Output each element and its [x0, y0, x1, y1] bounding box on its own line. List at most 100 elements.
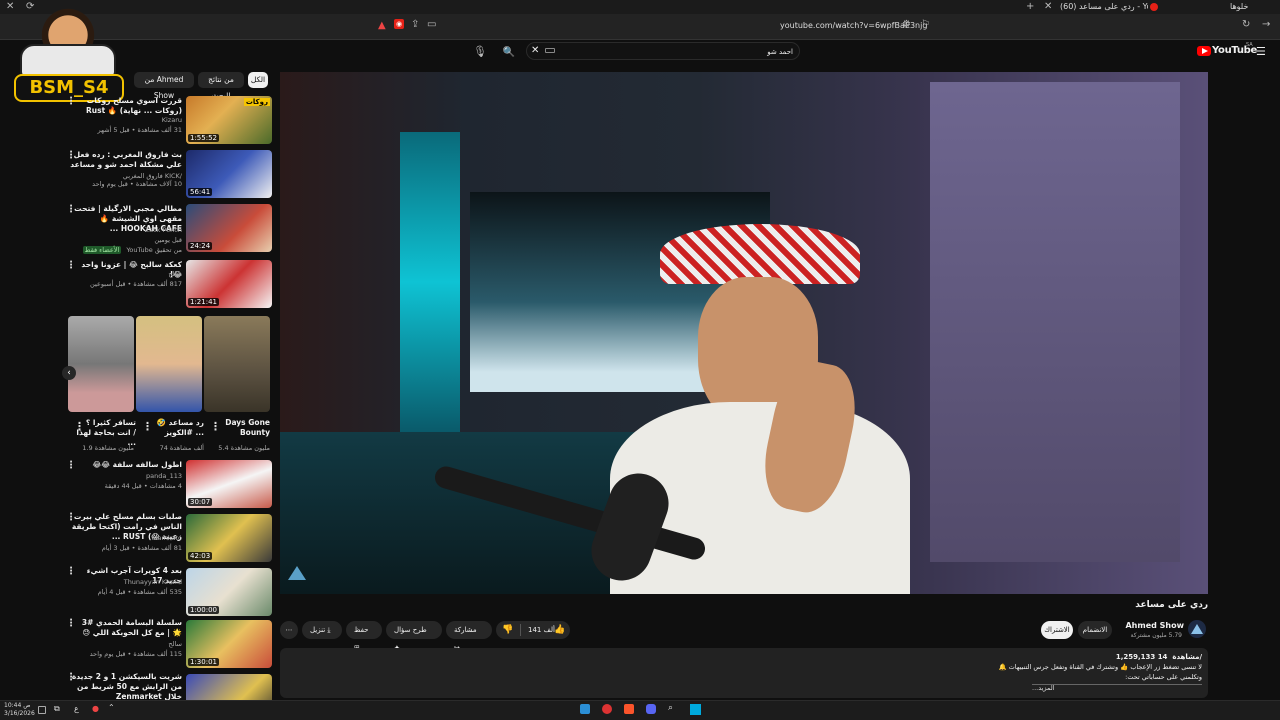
share-button[interactable]: مشاركة ↪ [446, 621, 492, 652]
video-title[interactable]: قررت اسوي مسلح روكات (روكات ... نهاية) 🔥… [70, 96, 182, 116]
shelf-prev-icon[interactable]: ‹ [62, 366, 76, 380]
video-thumbnail[interactable]: 1:00:00 [186, 568, 272, 616]
channel-name[interactable]: فاروق المغربي KICK/ [70, 172, 182, 180]
close-tab-icon[interactable]: ✕ [1044, 0, 1052, 14]
like-count[interactable]: 141 ألف [528, 621, 555, 639]
bookmark-icon[interactable]: ⚐ [921, 19, 930, 30]
site-settings-icon[interactable]: ⚙ [902, 19, 911, 30]
nav-forward-icon[interactable]: → [1262, 19, 1270, 30]
video-thumbnail[interactable]: 30:07 [186, 460, 272, 508]
save-button[interactable]: حفظ ⊞ [346, 621, 382, 652]
search-icon[interactable]: ⌕ [668, 703, 673, 713]
video-thumbnail[interactable]: 24:24 [186, 204, 272, 252]
list-item[interactable]: 42:03 صلبات بسلم مسلح علي بيرت الناس في … [60, 512, 272, 564]
clock-time[interactable]: 10:44 ص [4, 702, 30, 709]
app-icon[interactable] [602, 704, 612, 714]
channel-name[interactable]: Mamkato [70, 534, 182, 542]
video-thumbnail[interactable]: 56:41 [186, 150, 272, 198]
list-item[interactable]: 1:30:01 سلسلة البسامة الحمدي #3 🌟 | مع ك… [60, 618, 272, 668]
channel-name[interactable]: Zack Ponch [70, 226, 182, 234]
more-options-icon[interactable]: ⋮ [66, 204, 76, 215]
video-thumbnail[interactable]: 42:03 [186, 514, 272, 562]
short-views: 74 ألف مشاهدة [159, 444, 204, 452]
list-item[interactable]: 30:07 اطول سالفه سلفة 😂😂 panda_113 4 مشا… [60, 460, 272, 510]
chip-all[interactable]: الكل [248, 72, 268, 88]
keyboard-icon[interactable] [545, 48, 555, 53]
more-options-icon[interactable]: ⋮ [66, 150, 76, 161]
brave-browser-icon[interactable] [624, 704, 634, 714]
video-thumbnail[interactable]: 1:30:01 [186, 620, 272, 668]
video-thumbnail[interactable]: 1:21:41 [186, 260, 272, 308]
video-title[interactable]: شريت بالسيكشن 1 و 2 جديدة من الرابش مع 5… [70, 672, 182, 700]
search-icon[interactable]: 🔍 [501, 44, 517, 60]
channel-name[interactable]: سالح [70, 270, 182, 278]
brave-shield-icon[interactable]: ▲ [378, 20, 386, 31]
display-icon[interactable]: ⧉ [54, 704, 60, 714]
reader-icon[interactable]: ▭ [427, 19, 436, 30]
more-options-icon[interactable]: ⋮ [66, 512, 76, 523]
channel-name[interactable]: سالح [70, 640, 182, 648]
video-player[interactable] [280, 72, 1208, 594]
list-item[interactable]: شريت بالسيكشن 1 و 2 جديدة من الرابش مع 5… [60, 672, 272, 700]
list-item[interactable]: 24:24 مطالي مجبي الارگيلة | فتحت مقهى او… [60, 204, 272, 260]
microphone-icon[interactable]: ● [92, 704, 99, 713]
list-item[interactable]: 56:41 بث فاروق المغربي : رده فعل علي مشك… [60, 150, 272, 200]
notification-icon[interactable]: ◉ [394, 19, 404, 29]
channel-name[interactable]: Thunayyan Khalid [70, 578, 182, 586]
channel-name[interactable]: Kizaru [70, 116, 182, 124]
list-item[interactable]: 1:21:41 كعكة سالبح 😂 | عزونا واحد 😂! سال… [60, 260, 272, 310]
video-thumbnail[interactable] [186, 674, 272, 700]
list-item[interactable]: 1:00:00 بعد 4 كويرات آجرب اشيء جديد 17 T… [60, 566, 272, 616]
voice-search-icon[interactable]: 🎙 [472, 43, 488, 59]
start-icon[interactable] [690, 704, 701, 715]
share-page-icon[interactable]: ⇪ [411, 19, 419, 30]
short-thumbnail[interactable] [68, 316, 134, 412]
clear-search-icon[interactable]: ✕ [531, 45, 539, 56]
menu-icon[interactable]: ☰ [1256, 45, 1268, 58]
channel-name[interactable]: panda_113 [70, 472, 182, 480]
more-options-icon[interactable]: ⋮ [66, 96, 76, 107]
tab-active[interactable]: (60) ردي على مساعد - YouTube [1060, 0, 1148, 14]
description-box[interactable]: 1,259,133 مشاهدة 14/ لا تنسى تضغط زر الإ… [280, 648, 1208, 698]
more-options-icon[interactable]: ⋮ [74, 420, 85, 433]
more-options-icon[interactable]: ⋮ [210, 420, 221, 433]
search-input[interactable] [567, 45, 793, 58]
more-actions-icon[interactable]: ⋯ [280, 621, 298, 639]
new-tab-icon[interactable]: + [1026, 0, 1034, 14]
tab-other[interactable]: خلوها [1230, 0, 1248, 14]
join-button[interactable]: الانضمام [1078, 621, 1112, 639]
more-options-icon[interactable]: ⋮ [66, 618, 76, 629]
download-button[interactable]: تنزيل ⤓ [302, 621, 342, 639]
discord-icon[interactable] [646, 704, 656, 714]
dislike-icon[interactable]: 👎 [502, 621, 513, 639]
show-more-link[interactable]: ...المزيد [1032, 684, 1055, 692]
short-thumbnail[interactable] [204, 316, 270, 412]
subscribe-button[interactable]: الاشتراك [1041, 621, 1073, 639]
short-title[interactable]: رد مساعد 🤣 #الكويز ... [144, 418, 204, 438]
chip-search-results[interactable]: من نتائج البحث [198, 72, 244, 100]
list-item[interactable]: روكات 1:55:52 قررت اسوي مسلح روكات (روكا… [60, 96, 272, 146]
channel-avatar[interactable] [1188, 620, 1206, 638]
telegram-icon[interactable] [580, 704, 590, 714]
language-indicator[interactable]: ع [74, 704, 79, 713]
notification-center-icon[interactable] [38, 706, 46, 714]
video-title[interactable]: اطول سالفه سلفة 😂😂 [70, 460, 182, 470]
more-options-icon[interactable]: ⋮ [142, 420, 153, 433]
video-thumbnail[interactable]: روكات 1:55:52 [186, 96, 272, 144]
more-options-icon[interactable]: ⋮ [66, 260, 76, 271]
ask-button[interactable]: طرح سؤال ✦ [386, 621, 442, 652]
more-options-icon[interactable]: ⋮ [66, 566, 76, 577]
short-thumbnail[interactable] [136, 316, 202, 412]
channel-name[interactable]: Ahmed Show [1100, 621, 1184, 630]
like-icon[interactable]: 👍 [554, 621, 565, 639]
tray-expand-icon[interactable]: ⌃ [108, 703, 115, 712]
more-options-icon[interactable]: ⋮ [66, 672, 76, 683]
clock-date[interactable]: 3/16/2026 [4, 710, 35, 717]
more-options-icon[interactable]: ⋮ [66, 460, 76, 471]
search-box[interactable]: 🔍 ✕ [503, 42, 800, 60]
duration-badge: 56:41 [188, 188, 213, 196]
chip-from-channel[interactable]: من Ahmed Show [134, 72, 194, 100]
history-icon[interactable]: ↻ [1242, 19, 1250, 30]
video-title[interactable]: سلسلة البسامة الحمدي #3 🌟 | مع كل الحوبك… [70, 618, 182, 638]
video-title[interactable]: بث فاروق المغربي : رده فعل علي مشكلة احم… [70, 150, 182, 170]
